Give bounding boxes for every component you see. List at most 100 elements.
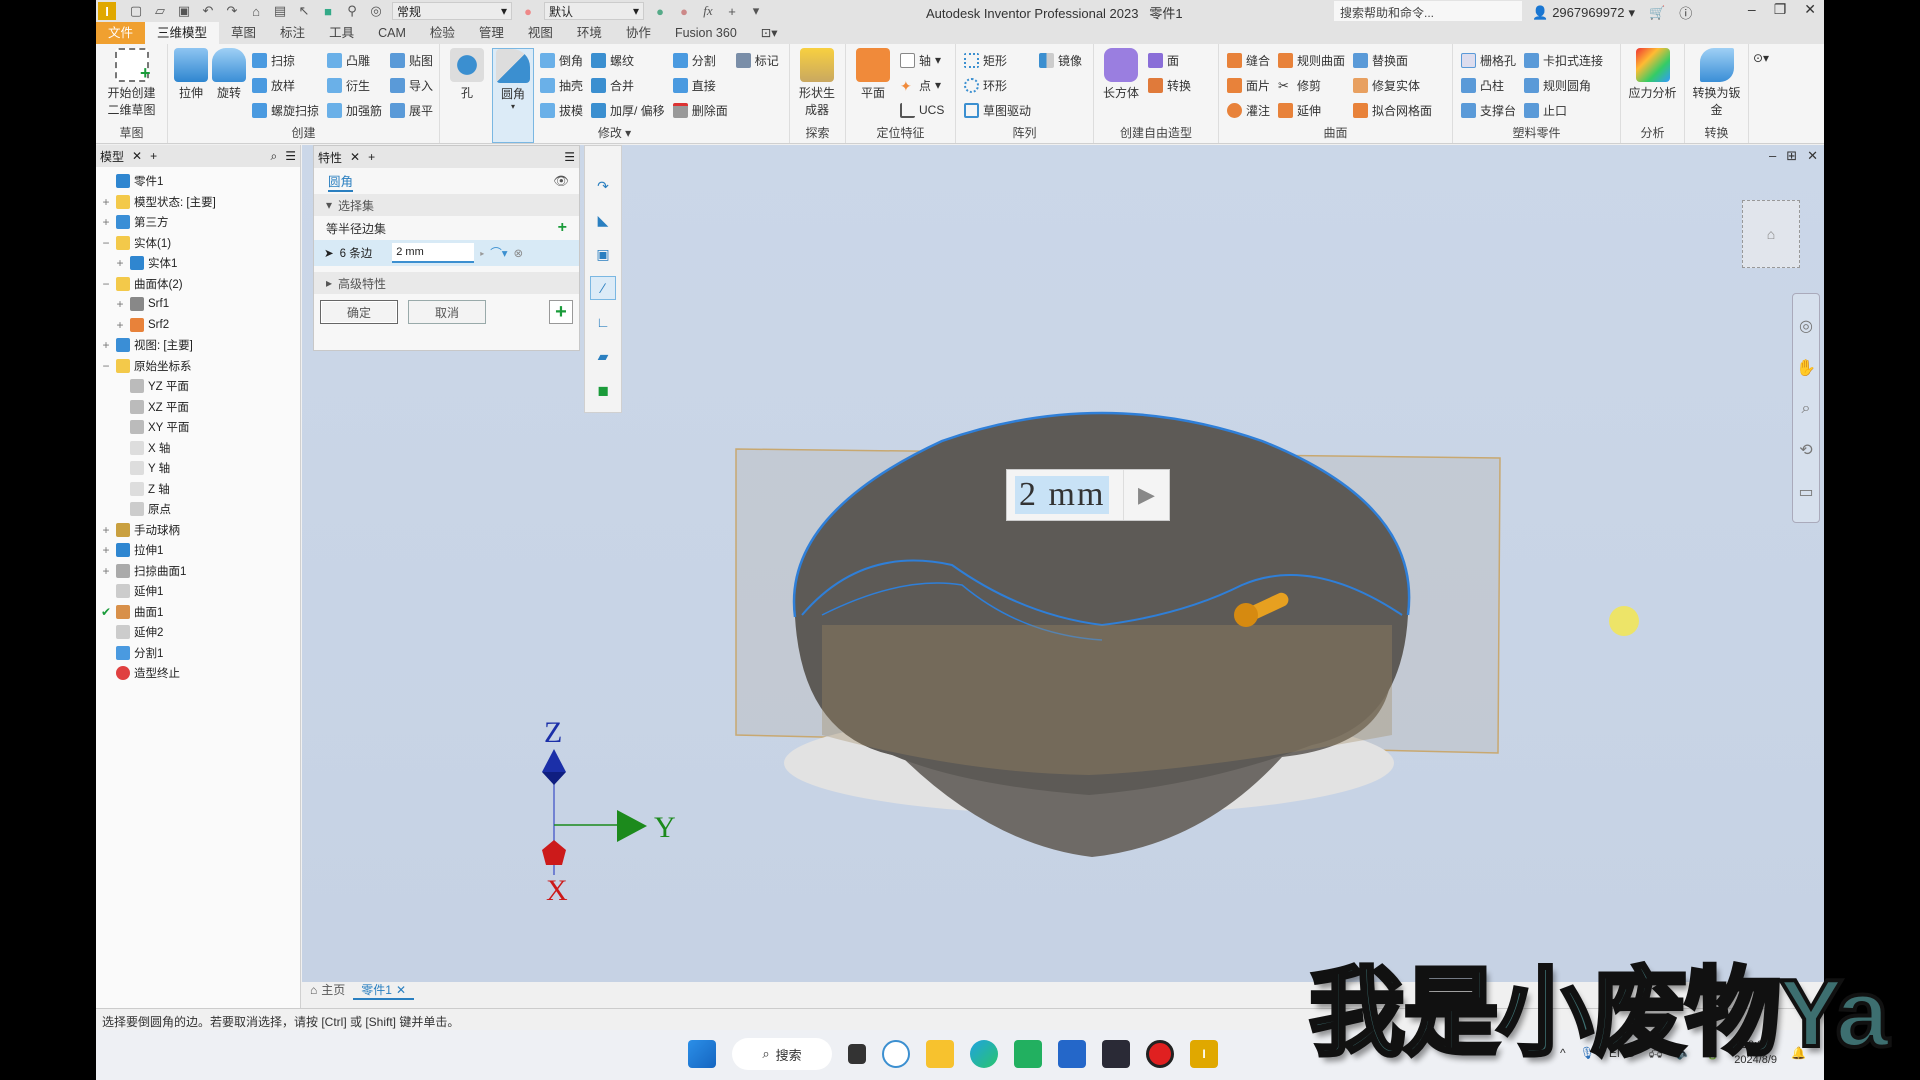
tree-node[interactable]: + Srf1 [96, 294, 300, 315]
sculpt-button[interactable]: 灌注 [1227, 100, 1270, 120]
task-view-icon[interactable] [848, 1044, 866, 1064]
tree-node[interactable]: + 第三方 [96, 212, 300, 233]
tab-manage[interactable]: 管理 [467, 22, 516, 44]
properties-tab[interactable]: 特性 [318, 149, 342, 166]
chamfer-button[interactable]: 倒角 [540, 50, 583, 70]
tab-view[interactable]: 视图 [516, 22, 565, 44]
edge-browser-icon[interactable] [970, 1040, 998, 1068]
select-icon[interactable]: ↖ [296, 3, 312, 19]
menu-icon[interactable]: ☰ [285, 149, 296, 163]
thread-button[interactable]: 螺纹 [591, 50, 665, 70]
user-account[interactable]: 👤 2967969972 ▾ 🛒 ⓘ [1532, 3, 1692, 22]
material-ball-icon[interactable]: ◎ [368, 3, 384, 19]
look-at-icon[interactable]: ▭ [1798, 482, 1813, 502]
expand-toggle[interactable]: + [100, 564, 112, 578]
advanced-section[interactable]: ▸ 高级特性 [314, 272, 579, 294]
extend-button[interactable]: 延伸 [1278, 100, 1345, 120]
wechat-store-icon[interactable] [1014, 1040, 1042, 1068]
select-chain-icon[interactable]: ∟ [590, 310, 616, 334]
add-panel-icon[interactable]: + [368, 150, 375, 164]
remove-set-icon[interactable]: ⊗ [514, 246, 524, 260]
tree-node[interactable]: + 视图: [主要] [96, 335, 300, 356]
kugou-icon[interactable] [882, 1040, 910, 1068]
snap-fit-button[interactable]: 卡扣式连接 [1524, 50, 1603, 70]
expand-toggle[interactable]: + [114, 297, 126, 311]
orbit-icon[interactable]: ⟲ [1799, 440, 1812, 460]
game-app-icon[interactable] [1102, 1040, 1130, 1068]
tree-node[interactable]: + 扫掠曲面1 [96, 561, 300, 582]
file-explorer-icon[interactable] [926, 1040, 954, 1068]
expand-toggle[interactable]: − [100, 236, 112, 250]
tree-node[interactable]: YZ 平面 [96, 376, 300, 397]
lip-button[interactable]: 止口 [1524, 100, 1603, 120]
expand-toggle[interactable]: + [114, 318, 126, 332]
save-icon[interactable]: ▣ [176, 3, 192, 19]
tree-node[interactable]: + 拉伸1 [96, 540, 300, 561]
appearance-ball-icon[interactable]: ● [520, 3, 536, 19]
clear-appearance-icon[interactable]: ● [676, 3, 692, 19]
delete-face-button[interactable]: 删除面 [672, 100, 728, 120]
adjust-appearance-icon[interactable]: ● [652, 3, 668, 19]
inventor-taskbar-icon[interactable]: I [1190, 1040, 1218, 1068]
sketch-driven-pattern-button[interactable]: 草图驱动 [964, 100, 1031, 120]
tree-node[interactable]: X 轴 [96, 438, 300, 459]
radius-field[interactable]: 2 mm [392, 243, 475, 263]
unwrap-button[interactable]: 展平 [390, 100, 433, 120]
customize-icon[interactable]: ▾ [748, 3, 764, 19]
measure-icon[interactable]: ⚲ [344, 3, 360, 19]
patch-button[interactable]: 面片 [1227, 75, 1270, 95]
select-edge-icon[interactable]: ∕ [590, 276, 616, 300]
tree-node[interactable]: 零件1 [96, 171, 300, 192]
modify-group-label[interactable]: 修改 ▾ [440, 124, 789, 141]
select-loop-icon[interactable]: ↷ [590, 174, 616, 198]
inventor-logo-icon[interactable]: I [98, 2, 116, 20]
undo-icon[interactable]: ↶ [200, 3, 216, 19]
expand-toggle[interactable]: + [114, 256, 126, 270]
tree-node[interactable]: 原点 [96, 499, 300, 520]
help-icon[interactable]: ⓘ [1679, 3, 1692, 22]
freeform-convert-button[interactable]: 转换 [1148, 75, 1191, 95]
tree-node[interactable]: 分割1 [96, 643, 300, 664]
add-icon[interactable]: + [724, 3, 740, 19]
radius-flyout-icon[interactable]: ▸ [480, 249, 484, 258]
tree-node[interactable]: + 手动球柄 [96, 520, 300, 541]
axis-button[interactable]: 轴 ▾ [900, 50, 944, 70]
mirror-button[interactable]: 镜像 [1039, 50, 1082, 70]
freeform-face-button[interactable]: 面 [1148, 50, 1191, 70]
expand-toggle[interactable]: + [100, 215, 112, 229]
repair-bodies-button[interactable]: 修复实体 [1353, 75, 1432, 95]
tab-collaborate[interactable]: 协作 [614, 22, 663, 44]
new-file-icon[interactable]: ▢ [128, 3, 144, 19]
combine-button[interactable]: 合并 [591, 75, 665, 95]
apply-plus-button[interactable]: + [549, 300, 573, 324]
tree-node[interactable]: ✔ 曲面1 [96, 602, 300, 623]
radius-value[interactable]: 2 mm [1015, 476, 1110, 514]
recorder-icon[interactable] [1146, 1040, 1174, 1068]
select-face-icon[interactable]: ▰ [590, 344, 616, 368]
expand-toggle[interactable]: + [100, 195, 112, 209]
feature-name[interactable]: 圆角 👁 [314, 168, 579, 194]
properties-icon[interactable]: ▤ [272, 3, 288, 19]
loft-button[interactable]: 放样 [252, 75, 319, 95]
tab-tools[interactable]: 工具 [317, 22, 366, 44]
draft-button[interactable]: 拔模 [540, 100, 583, 120]
stitch-button[interactable]: 缝合 [1227, 50, 1270, 70]
add-browser-icon[interactable]: + [150, 149, 157, 163]
edge-set-row[interactable]: ➤ 6 条边 2 mm ▸ ⌒▾ ⊗ [314, 240, 579, 266]
derive-button[interactable]: 衍生 [327, 75, 382, 95]
taskbar-search[interactable]: ⌕ 搜索 [732, 1038, 832, 1070]
tab-sketch[interactable]: 草图 [219, 22, 268, 44]
tree-node[interactable]: 延伸2 [96, 622, 300, 643]
expand-toggle[interactable]: + [100, 543, 112, 557]
shell-button[interactable]: 抽壳 [540, 75, 583, 95]
emboss-button[interactable]: 凸雕 [327, 50, 382, 70]
zoom-window-icon[interactable]: ⌕ [1802, 400, 1811, 418]
tree-node[interactable]: − 曲面体(2) [96, 274, 300, 295]
ruled-surface-button[interactable]: 规则曲面 [1278, 50, 1345, 70]
apply-arrow-icon[interactable]: ▶ [1123, 470, 1169, 520]
rect-pattern-button[interactable]: 矩形 [964, 50, 1031, 70]
open-folder-icon[interactable]: ▱ [152, 3, 168, 19]
circ-pattern-button[interactable]: 环形 [964, 75, 1031, 95]
mark-button[interactable]: 标记 [735, 50, 779, 70]
doc-tab-part1[interactable]: 零件1 ✕ [353, 980, 415, 1000]
